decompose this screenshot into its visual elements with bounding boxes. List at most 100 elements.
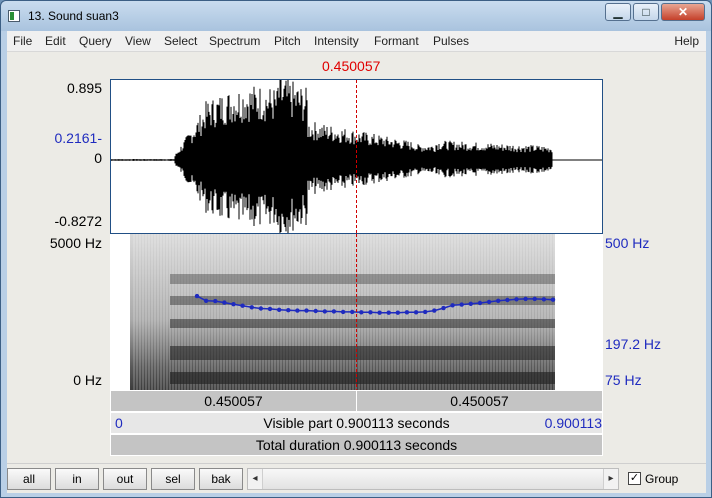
- zoom-all-button[interactable]: all: [7, 468, 51, 490]
- pitch-point: [222, 300, 227, 305]
- spectrogram-plot: [110, 234, 603, 390]
- pitch-point: [413, 310, 419, 315]
- pitch-point: [477, 300, 483, 306]
- cursor-time-value: 0.450057: [322, 58, 381, 74]
- pitch-point: [496, 298, 501, 303]
- pitch-point: [441, 305, 446, 311]
- pitch-point: [277, 307, 282, 312]
- formant-band: [170, 372, 555, 384]
- selection-time-bar[interactable]: 0.450057 0.450057: [110, 390, 603, 412]
- pitch-ceiling-label: 500 Hz: [605, 235, 650, 251]
- pitch-point: [550, 297, 556, 302]
- pitch-point: [486, 299, 492, 305]
- wave-cursor-value: 0.2161: [54, 130, 98, 146]
- time-scrollbar[interactable]: ◂ ▸: [247, 468, 619, 490]
- pitch-point: [231, 302, 236, 307]
- formant-band: [170, 319, 555, 328]
- formant-band: [170, 346, 555, 360]
- pitch-point: [203, 298, 209, 303]
- pitch-point: [523, 296, 528, 302]
- zoom-in-button[interactable]: in: [55, 468, 99, 490]
- pitch-point: [249, 305, 254, 310]
- waveform-panel[interactable]: [110, 79, 603, 234]
- freq-min-label: 0 Hz: [73, 372, 102, 388]
- menu-select[interactable]: Select: [164, 34, 197, 48]
- pitch-point: [532, 296, 537, 302]
- bottom-toolbar: all in out sel bak ◂ ▸ ✓ Group: [7, 463, 706, 493]
- pitch-point: [194, 293, 200, 299]
- pitch-point: [295, 308, 300, 313]
- pitch-point: [386, 310, 391, 315]
- group-checkbox[interactable]: ✓: [628, 472, 641, 485]
- pitch-point: [304, 308, 309, 313]
- right-part-time[interactable]: 0.450057: [357, 391, 602, 411]
- total-duration-bar[interactable]: Total duration 0.900113 seconds: [110, 434, 603, 456]
- zoom-sel-button[interactable]: sel: [151, 468, 195, 490]
- pitch-point: [505, 297, 510, 303]
- wave-max-label: 0.895: [66, 80, 102, 96]
- pitch-point: [322, 309, 327, 314]
- pitch-point: [423, 309, 428, 315]
- minimize-button[interactable]: ▁: [605, 3, 631, 21]
- zoom-back-button[interactable]: bak: [199, 468, 243, 490]
- pitch-point: [213, 298, 218, 304]
- menu-bar: File Edit Query View Select Spectrum Pit…: [7, 31, 706, 52]
- pitch-point: [267, 306, 273, 312]
- pitch-floor-label: 75 Hz: [605, 372, 642, 388]
- scroll-left-icon[interactable]: ◂: [248, 469, 262, 489]
- pitch-point: [404, 310, 410, 315]
- pitch-point: [286, 308, 291, 313]
- pitch-point: [514, 297, 519, 302]
- total-duration-label: Total duration 0.900113 seconds: [255, 437, 458, 453]
- freq-max-label: 5000 Hz: [49, 235, 102, 251]
- pitch-point: [258, 306, 264, 311]
- menu-formant[interactable]: Formant: [374, 34, 419, 48]
- pitch-point: [468, 301, 473, 306]
- menu-query[interactable]: Query: [79, 34, 112, 48]
- visible-part-label: Visible part 0.900113 seconds: [263, 415, 450, 431]
- pitch-point: [432, 308, 437, 313]
- spectrogram-panel[interactable]: [110, 234, 603, 390]
- pitch-point: [395, 310, 400, 315]
- pitch-point: [313, 308, 318, 314]
- scroll-thumb[interactable]: [262, 469, 604, 489]
- scroll-right-icon[interactable]: ▸: [604, 469, 618, 489]
- pitch-value-label: 197.2 Hz: [605, 336, 662, 352]
- menu-pulses[interactable]: Pulses: [433, 34, 469, 48]
- group-label: Group: [645, 472, 679, 486]
- spectrogram-right-silence: [555, 234, 603, 390]
- close-button[interactable]: ✕: [661, 3, 705, 21]
- menu-help[interactable]: Help: [674, 34, 699, 48]
- pitch-point: [350, 309, 355, 315]
- title-bar: 13. Sound suan3 ▁ □ ✕: [1, 1, 711, 31]
- left-part-time[interactable]: 0.450057: [111, 391, 356, 411]
- pitch-point: [368, 310, 373, 315]
- menu-file[interactable]: File: [13, 34, 32, 48]
- wave-zero-label: 0: [94, 150, 102, 166]
- window-title: 13. Sound suan3: [28, 9, 119, 23]
- pitch-point: [359, 310, 364, 315]
- menu-pitch[interactable]: Pitch: [274, 34, 301, 48]
- praat-sound-window: 13. Sound suan3 ▁ □ ✕ File Edit Query Vi…: [0, 0, 712, 498]
- maximize-button[interactable]: □: [633, 3, 659, 21]
- pitch-point: [450, 303, 455, 308]
- app-icon: [8, 10, 20, 22]
- visible-part-bar[interactable]: 0 Visible part 0.900113 seconds 0.900113: [110, 412, 603, 434]
- pitch-point: [240, 303, 245, 308]
- formant-band: [170, 274, 555, 284]
- menu-edit[interactable]: Edit: [45, 34, 66, 48]
- menu-spectrum[interactable]: Spectrum: [209, 34, 260, 48]
- visible-end: 0.900113: [544, 415, 602, 431]
- waveform-plot: [111, 80, 602, 233]
- editor-client-area: File Edit Query View Select Spectrum Pit…: [7, 31, 706, 493]
- menu-view[interactable]: View: [125, 34, 151, 48]
- menu-intensity[interactable]: Intensity: [314, 34, 359, 48]
- wave-cursor-label: 0.2161-: [54, 130, 103, 146]
- pitch-point: [377, 310, 382, 315]
- pitch-point: [331, 309, 337, 314]
- pitch-point: [541, 297, 547, 302]
- pitch-point: [459, 302, 464, 307]
- pitch-point: [340, 309, 346, 315]
- zoom-out-button[interactable]: out: [103, 468, 147, 490]
- wave-min-label: -0.8272: [54, 213, 102, 229]
